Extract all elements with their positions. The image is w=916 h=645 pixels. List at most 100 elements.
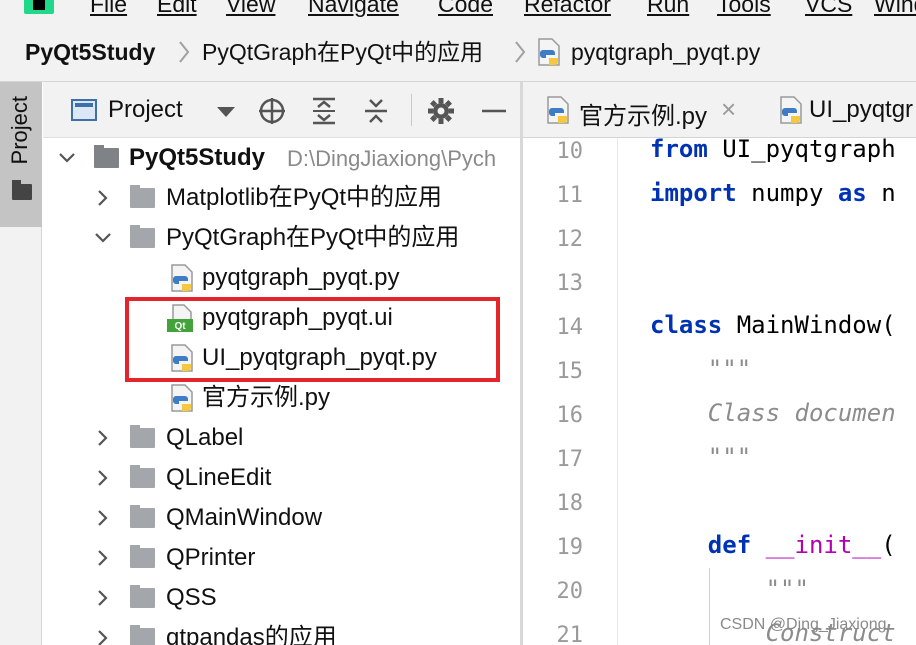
tab-label: 官方示例.py bbox=[579, 103, 708, 130]
indent-guide bbox=[709, 568, 710, 645]
tree-item-label: QPrinter bbox=[166, 544, 256, 571]
tree-row[interactable]: QLineEdit bbox=[43, 458, 520, 498]
folder-icon bbox=[130, 185, 155, 208]
collapse-all-icon[interactable] bbox=[361, 96, 391, 126]
chevron-right-icon[interactable] bbox=[93, 188, 113, 208]
tree-item-label: pyqtgraph_pyqt.py bbox=[202, 264, 400, 291]
line-number: 21 bbox=[556, 623, 584, 645]
code-line: """ bbox=[650, 443, 752, 471]
close-icon[interactable]: × bbox=[721, 94, 736, 125]
tree-row[interactable]: Matplotlib在PyQt中的应用 bbox=[43, 178, 520, 218]
menu-run[interactable]: Run bbox=[647, 0, 689, 18]
folder-icon bbox=[12, 180, 32, 200]
tree-row-root[interactable]: PyQt5Study D:\DingJiaxiong\Pych bbox=[43, 138, 520, 178]
tree-item-label: QSS bbox=[166, 584, 217, 611]
menu-navigate[interactable]: Navigate bbox=[308, 0, 399, 18]
python-file-icon bbox=[780, 96, 802, 124]
chevron-right-icon[interactable] bbox=[93, 428, 113, 448]
crosshair-icon[interactable] bbox=[257, 96, 287, 126]
tree-row[interactable]: pyqtgraph_pyqt.py bbox=[43, 258, 520, 298]
keyword: class bbox=[650, 311, 723, 339]
tree-row[interactable]: QMainWindow bbox=[43, 498, 520, 538]
tree-item-label: QLabel bbox=[166, 424, 244, 451]
tree-row[interactable]: QLabel bbox=[43, 418, 520, 458]
line-number: 15 bbox=[556, 359, 584, 384]
tree-item-label: PyQt5Study bbox=[129, 144, 266, 171]
chevron-right-icon[interactable] bbox=[93, 588, 113, 608]
code-text: numpy bbox=[736, 179, 838, 207]
menu-edit[interactable]: Edit bbox=[157, 0, 197, 18]
chevron-down-icon[interactable] bbox=[57, 148, 77, 168]
code-text: ( bbox=[881, 531, 896, 559]
menu-vcs[interactable]: VCS bbox=[805, 0, 852, 18]
code-line: def __init__( bbox=[650, 531, 896, 559]
breadcrumb-project[interactable]: PyQt5Study bbox=[25, 38, 155, 66]
tab-official-example[interactable]: 官方示例.py × bbox=[523, 82, 753, 137]
chevron-right-icon bbox=[179, 41, 190, 63]
line-number: 10 bbox=[556, 139, 584, 164]
toolbar-separator bbox=[411, 94, 412, 126]
line-number: 11 bbox=[556, 183, 584, 208]
panel-title[interactable]: Project bbox=[108, 96, 183, 124]
editor-tab-bar: 官方示例.py × UI_pyqtgr bbox=[523, 82, 916, 138]
tree-row[interactable]: QPrinter bbox=[43, 538, 520, 578]
project-panel-header: Project bbox=[43, 82, 520, 138]
project-tree: PyQt5Study D:\DingJiaxiong\Pych Matplotl… bbox=[43, 138, 520, 645]
editor-gutter: 10 11 12 13 14 15 16 17 18 19 20 21 bbox=[523, 138, 641, 645]
tree-row[interactable]: PyQtGraph在PyQt中的应用 bbox=[43, 218, 520, 258]
pycharm-logo-icon bbox=[24, 0, 54, 14]
chevron-down-icon[interactable] bbox=[217, 107, 235, 117]
tree-row[interactable]: QSS bbox=[43, 578, 520, 618]
project-tool-window-button[interactable]: Project bbox=[0, 82, 42, 227]
menu-view[interactable]: View bbox=[226, 0, 275, 18]
breadcrumb: PyQt5Study PyQtGraph在PyQt中的应用 pyqtgraph_… bbox=[0, 20, 916, 82]
tree-item-label: QLineEdit bbox=[166, 464, 272, 491]
menu-tools[interactable]: Tools bbox=[717, 0, 771, 18]
watermark: CSDN @Ding_Jiaxiong bbox=[720, 616, 887, 633]
tree-row[interactable]: 官方示例.py bbox=[43, 378, 520, 418]
tab-ui-pyqtgraph[interactable]: UI_pyqtgr bbox=[770, 82, 916, 137]
python-file-icon bbox=[171, 384, 193, 412]
gear-icon[interactable] bbox=[426, 96, 456, 126]
menu-code[interactable]: Code bbox=[438, 0, 493, 18]
chevron-right-icon bbox=[515, 41, 526, 63]
breadcrumb-file[interactable]: pyqtgraph_pyqt.py bbox=[571, 38, 760, 66]
line-number: 13 bbox=[556, 271, 584, 296]
menu-refactor[interactable]: Refactor bbox=[524, 0, 611, 18]
folder-icon bbox=[130, 585, 155, 608]
menu-window[interactable]: Wind bbox=[874, 0, 916, 18]
line-number: 14 bbox=[556, 315, 584, 340]
keyword: import bbox=[650, 179, 737, 207]
line-number: 17 bbox=[556, 447, 584, 472]
code-line: """ bbox=[650, 355, 752, 383]
breadcrumb-folder[interactable]: PyQtGraph在PyQt中的应用 bbox=[202, 38, 483, 66]
chevron-down-icon[interactable] bbox=[93, 228, 113, 248]
chevron-right-icon[interactable] bbox=[93, 508, 113, 528]
code-line: import numpy as n bbox=[650, 179, 896, 207]
stripe-label: Project bbox=[7, 96, 32, 165]
chevron-right-icon[interactable] bbox=[93, 548, 113, 568]
minimize-icon[interactable] bbox=[479, 96, 509, 126]
chevron-right-icon[interactable] bbox=[93, 468, 113, 488]
highlight-box bbox=[125, 297, 500, 382]
expand-all-icon[interactable] bbox=[309, 96, 339, 126]
menu-bar: File Edit View Navigate Code Refactor Ru… bbox=[0, 0, 916, 20]
tab-label: UI_pyqtgr bbox=[809, 96, 914, 123]
menu-file[interactable]: File bbox=[90, 0, 127, 18]
tree-row[interactable]: qtpandas的应用 bbox=[43, 618, 520, 645]
line-number: 16 bbox=[556, 403, 584, 428]
line-number: 18 bbox=[556, 491, 584, 516]
folder-icon bbox=[130, 625, 155, 645]
code-text: MainWindow( bbox=[722, 311, 896, 339]
code-text: UI_pyqtgraph bbox=[707, 138, 896, 163]
python-file-icon bbox=[171, 264, 193, 292]
code-editor[interactable]: from UI_pyqtgraph import numpy as n clas… bbox=[619, 138, 916, 645]
project-view-icon bbox=[71, 99, 97, 121]
chevron-right-icon[interactable] bbox=[93, 628, 113, 645]
tree-item-label: PyQtGraph在PyQt中的应用 bbox=[166, 224, 460, 251]
folder-icon bbox=[130, 225, 155, 248]
code-line: from UI_pyqtgraph bbox=[650, 138, 896, 163]
code-line: class MainWindow( bbox=[650, 311, 896, 339]
